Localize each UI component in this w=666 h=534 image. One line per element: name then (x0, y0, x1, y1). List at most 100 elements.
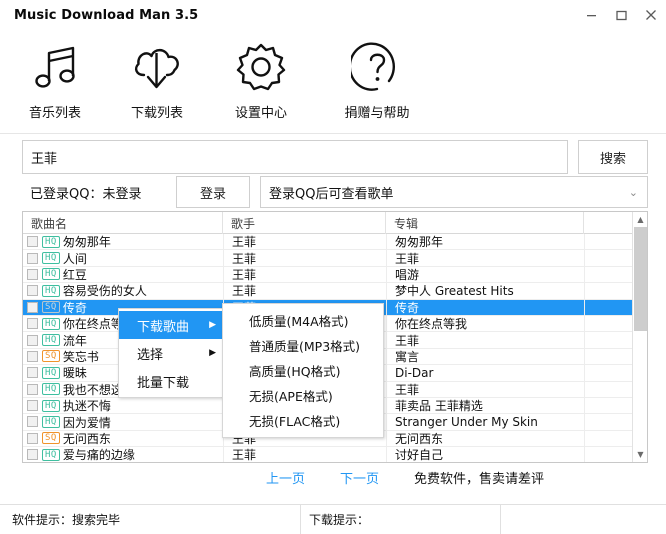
row-checkbox[interactable] (27, 334, 38, 346)
status-download-tip: 下载提示： (300, 504, 500, 534)
cell-extra (584, 332, 631, 348)
cell-song: HQ 人间 (23, 250, 223, 266)
cell-album: 王菲 (386, 332, 584, 348)
app-window: Music Download Man 3.5 音乐列表 下载列表 设置中心 捐赠… (0, 0, 666, 534)
row-checkbox[interactable] (27, 252, 38, 264)
row-checkbox[interactable] (27, 285, 38, 297)
cell-artist: 王菲 (223, 283, 386, 299)
quality-badge-hq: HQ (42, 383, 60, 396)
cell-song: HQ 红豆 (23, 267, 223, 282)
cell-album: 王菲 (386, 381, 584, 397)
song-title: 流年 (62, 333, 87, 348)
quality-badge-sq: SQ (42, 350, 60, 363)
maximize-icon[interactable] (606, 0, 636, 30)
toolbar-item-music-list[interactable]: 音乐列表 (4, 38, 106, 121)
context-menu-item[interactable]: 选择 ▶ (119, 339, 222, 367)
cell-album: 无问西东 (386, 430, 584, 447)
gear-icon (234, 38, 288, 96)
toolbar-item-donate-help[interactable]: 捐赠与帮助 (326, 38, 428, 121)
cell-artist: 王菲 (223, 266, 386, 283)
table-row[interactable]: HQ 人间 王菲 王菲 (23, 250, 647, 267)
context-submenu-quality: 低质量(M4A格式) 普通质量(MP3格式) 高质量(HQ格式) 无损(APE格式) 无… (222, 303, 384, 438)
row-checkbox[interactable] (27, 449, 38, 461)
toolbar-item-settings[interactable]: 设置中心 (210, 38, 312, 121)
row-checkbox[interactable] (27, 367, 38, 379)
song-title: 人间 (62, 251, 87, 266)
toolbar-divider (0, 133, 666, 134)
row-checkbox[interactable] (27, 268, 38, 280)
scroll-up-icon[interactable]: ▲ (633, 212, 647, 227)
app-title: Music Download Man 3.5 (14, 7, 199, 23)
prev-page-link[interactable]: 上一页 (266, 468, 305, 487)
submenu-arrow-icon: ▶ (209, 347, 216, 358)
quality-option[interactable]: 无损(FLAC格式) (223, 408, 383, 433)
quality-option[interactable]: 普通质量(MP3格式) (223, 333, 383, 358)
cell-extra (584, 234, 631, 250)
cell-album: Stranger Under My Skin (386, 414, 584, 430)
table-row[interactable]: HQ 红豆 王菲 唱游 (23, 266, 647, 284)
cell-album: 匆匆那年 (386, 234, 584, 250)
toolbar-label: 音乐列表 (28, 106, 81, 121)
quality-option[interactable]: 高质量(HQ格式) (223, 358, 383, 383)
row-checkbox[interactable] (27, 301, 38, 313)
toolbar-item-download-list[interactable]: 下载列表 (106, 38, 208, 121)
song-title: 容易受伤的女人 (62, 284, 147, 299)
playlist-select[interactable]: 登录QQ后可查看歌单 ⌄ (260, 176, 648, 208)
cell-song: HQ 容易受伤的女人 (23, 283, 223, 298)
cell-song: HQ 匆匆那年 (23, 234, 223, 249)
song-title: 笑忘书 (62, 349, 99, 364)
next-page-link[interactable]: 下一页 (340, 468, 379, 487)
context-menu-item[interactable]: 批量下载 (119, 367, 222, 395)
row-checkbox[interactable] (27, 432, 38, 444)
cell-extra (584, 381, 631, 397)
table-row[interactable]: HQ 匆匆那年 王菲 匆匆那年 (23, 234, 647, 251)
quality-badge-hq: HQ (42, 268, 60, 281)
scrollbar-thumb[interactable] (634, 227, 647, 331)
cell-extra (584, 266, 631, 283)
cell-extra (584, 365, 631, 381)
row-checkbox[interactable] (27, 350, 38, 362)
login-row: 已登录QQ：未登录 登录 登录QQ后可查看歌单 ⌄ (0, 176, 666, 208)
row-checkbox[interactable] (27, 383, 38, 395)
cell-album: 梦中人 Greatest Hits (386, 283, 584, 299)
quality-badge-hq: HQ (42, 334, 60, 347)
quality-badge-hq: HQ (42, 284, 60, 297)
column-header-artist[interactable]: 歌手 (223, 212, 386, 234)
context-menu-label: 批量下载 (137, 375, 190, 391)
quality-option[interactable]: 无损(APE格式) (223, 383, 383, 408)
table-header: 歌曲名 歌手 专辑 (23, 212, 647, 234)
row-checkbox[interactable] (27, 400, 38, 412)
song-title: 执迷不悔 (62, 399, 111, 414)
quality-option[interactable]: 低质量(M4A格式) (223, 308, 383, 333)
song-title: 匆匆那年 (62, 235, 111, 250)
search-button[interactable]: 搜索 (578, 140, 648, 174)
row-checkbox[interactable] (27, 416, 38, 428)
vertical-scrollbar[interactable]: ▲ ▼ (632, 212, 647, 462)
song-title: 爱与痛的边缘 (62, 448, 135, 463)
minimize-icon[interactable] (576, 0, 606, 30)
column-header-album[interactable]: 专辑 (386, 212, 584, 234)
song-title: 无问西东 (62, 431, 111, 446)
submenu-arrow-icon: ▶ (209, 319, 216, 330)
column-header-song[interactable]: 歌曲名 (23, 212, 223, 234)
table-row[interactable]: HQ 爱与痛的边缘 王菲 讨好自己 (23, 447, 647, 463)
table-row[interactable]: HQ 容易受伤的女人 王菲 梦中人 Greatest Hits (23, 283, 647, 300)
quality-badge-hq: HQ (42, 252, 60, 265)
scroll-down-icon[interactable]: ▼ (633, 447, 647, 462)
cell-song: HQ 因为爱情 (23, 414, 223, 430)
toolbar-label: 下载列表 (130, 106, 183, 121)
column-header-extra[interactable] (584, 212, 631, 234)
login-button[interactable]: 登录 (176, 176, 250, 208)
row-checkbox[interactable] (27, 236, 38, 248)
cell-song: HQ 执迷不悔 (23, 398, 223, 413)
quality-badge-hq: HQ (42, 317, 60, 330)
context-menu-item[interactable]: 下载歌曲 ▶ (119, 311, 222, 339)
search-input[interactable] (22, 140, 568, 174)
cell-album: 寓言 (386, 348, 584, 365)
cell-album: Di-Dar (386, 365, 584, 381)
row-checkbox[interactable] (27, 318, 38, 330)
cell-album: 你在终点等我 (386, 315, 584, 332)
context-menu-label: 下载歌曲 (137, 319, 190, 335)
cell-album: 讨好自己 (386, 447, 584, 462)
close-icon[interactable] (636, 0, 666, 30)
